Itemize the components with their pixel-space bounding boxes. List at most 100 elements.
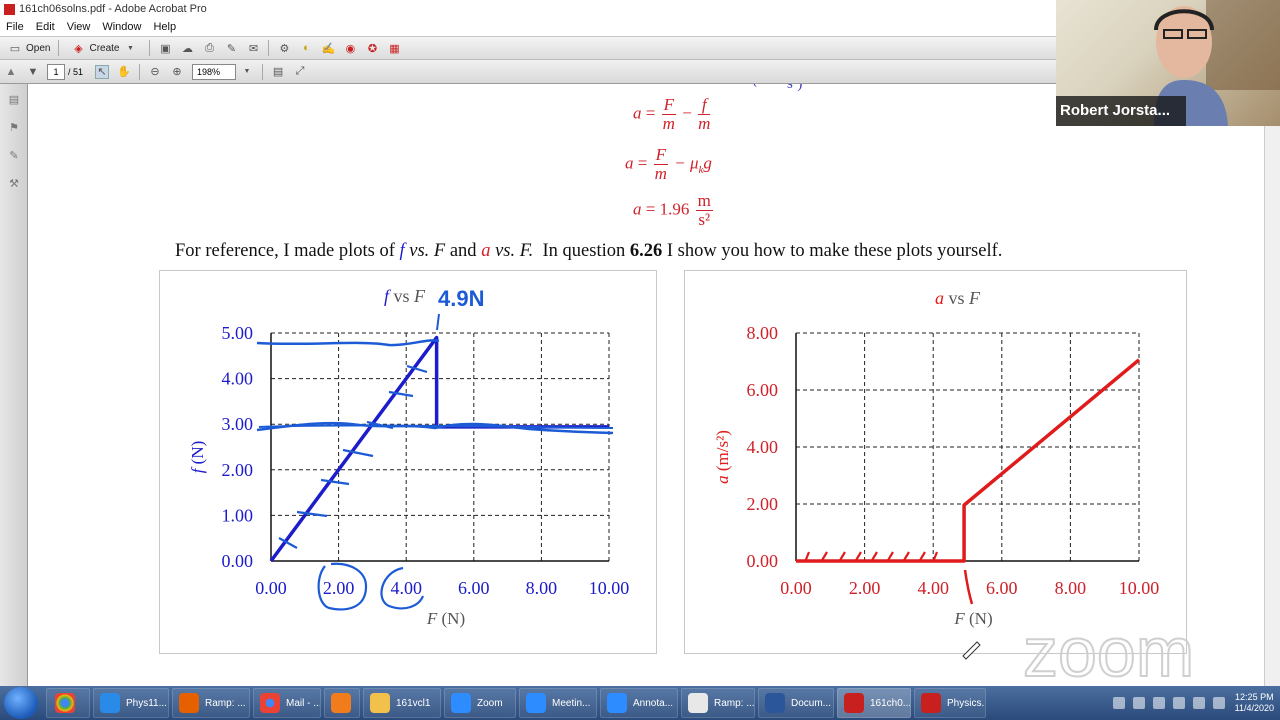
vertical-scrollbar[interactable] (1264, 84, 1280, 686)
taskbar-item-annotate[interactable]: Annota... (600, 688, 678, 718)
participant-name: Robert Jorsta... (1056, 96, 1186, 126)
menu-help[interactable]: Help (147, 21, 182, 33)
firefox-icon (179, 693, 199, 713)
taskbar-item-media[interactable] (324, 688, 360, 718)
previous-page-icon[interactable]: ▲ (4, 65, 18, 79)
comment-icon[interactable]: ◐ (299, 41, 313, 55)
taskbar-item-zoom[interactable]: Zoom (444, 688, 516, 718)
chevron-down-icon: ▼ (127, 44, 134, 52)
folder-icon: ▭ (9, 42, 21, 55)
save-icon[interactable]: ▣ (158, 41, 172, 55)
taskbar-item-folder[interactable]: 161vcl1 (363, 688, 441, 718)
title-bar: 161ch06solns.pdf - Adobe Acrobat Pro (0, 0, 1056, 18)
select-tool-icon[interactable]: ↖ (95, 64, 110, 79)
java-icon (688, 693, 708, 713)
bluetooth-icon[interactable] (1212, 697, 1225, 709)
webcam-video-tile: Robert Jorsta... (1056, 0, 1280, 126)
taskbar-item-ie[interactable]: Phys11... (93, 688, 169, 718)
network-icon[interactable] (1172, 697, 1185, 709)
zoom-out-icon[interactable]: ⊖ (148, 65, 162, 79)
toolbar-divider (149, 40, 151, 56)
taskbar-item-meeting[interactable]: Meetin... (519, 688, 597, 718)
fit-width-icon[interactable]: ⤢ (293, 65, 307, 79)
menu-window[interactable]: Window (96, 21, 147, 33)
tray-icon[interactable] (1152, 697, 1165, 709)
taskbar-item-word[interactable]: Docum... (758, 688, 834, 718)
zoom-icon (607, 693, 627, 713)
taskbar-item-ramp[interactable]: Ramp: ... (681, 688, 755, 718)
pdf-file-icon (4, 3, 15, 15)
taskbar-label: Ramp: ... (205, 697, 246, 709)
handwritten-circle-2 (317, 562, 368, 611)
open-button[interactable]: ▭ Open (0, 39, 54, 57)
toolbar-divider (139, 63, 141, 80)
handwritten-mark-red (963, 569, 974, 605)
handwritten-circle-4 (380, 566, 425, 610)
create-pdf-icon: ◈ (74, 42, 83, 55)
taskbar-item-pdf1[interactable]: 161ch0... (837, 688, 911, 718)
handwritten-mark (436, 313, 440, 331)
clock-time: 12:25 PM (1235, 692, 1274, 702)
secure-icon[interactable]: ✪ (365, 41, 379, 55)
taskbar-item-firefox[interactable]: Ramp: ... (172, 688, 250, 718)
chevron-down-icon[interactable]: ▼ (240, 65, 254, 79)
toolbar-divider (268, 40, 270, 56)
zoom-icon (451, 693, 471, 713)
chrome-icon (55, 693, 75, 713)
email-icon[interactable]: ✉ (246, 41, 260, 55)
pdf-icon (921, 693, 941, 713)
internet-explorer-icon (100, 693, 120, 713)
create-button[interactable]: ◈ Create ▼ (63, 39, 145, 57)
edit-icon[interactable]: ✎ (224, 41, 238, 55)
signatures-icon[interactable]: ✎ (7, 148, 21, 162)
forms-icon[interactable]: ▦ (387, 41, 401, 55)
hand-tool-icon[interactable]: ✋ (117, 65, 131, 79)
fit-page-icon[interactable]: ▤ (271, 65, 285, 79)
windows-taskbar: Phys11... Ramp: ... Mail - ... 161vcl1 Z… (0, 686, 1280, 720)
taskbar-label: Meetin... (552, 697, 591, 709)
menu-edit[interactable]: Edit (30, 21, 61, 33)
tools-icon[interactable]: ⚒ (7, 176, 21, 190)
volume-icon[interactable] (1192, 697, 1205, 709)
bookmarks-icon[interactable]: ⚑ (7, 120, 21, 134)
handwritten-ticks-red (803, 551, 939, 563)
taskbar-label: 161vcl1 (396, 697, 431, 709)
handwritten-ticks (278, 364, 428, 549)
pdf-icon (844, 693, 864, 713)
taskbar-label: Annota... (633, 697, 674, 709)
page-number-input[interactable]: 1 (47, 63, 65, 80)
toolbar-divider (58, 40, 60, 56)
print-icon[interactable]: ⎙ (202, 41, 216, 55)
acrobat-window: 161ch06solns.pdf - Adobe Acrobat Pro Fil… (0, 0, 1280, 720)
create-button-label: Create (89, 42, 120, 54)
zoom-level-select[interactable]: 198% (192, 63, 237, 80)
next-page-icon[interactable]: ▼ (26, 65, 40, 79)
tray-icon[interactable] (1132, 697, 1145, 709)
taskbar-label: Ramp: ... (714, 697, 755, 709)
taskbar-item-chrome-app[interactable] (46, 688, 90, 718)
taskbar-label: Docum... (791, 697, 832, 709)
settings-icon[interactable]: ⚙ (277, 41, 291, 55)
taskbar-label: Physics... (947, 697, 986, 709)
taskbar-item-mail[interactable]: Mail - ... (253, 688, 321, 718)
taskbar-label: Zoom (477, 697, 503, 709)
cloud-upload-icon[interactable]: ☁ (180, 41, 194, 55)
menu-file[interactable]: File (0, 21, 30, 33)
taskbar-label: 161ch0... (870, 697, 911, 709)
start-button[interactable] (4, 687, 38, 719)
pages-icon[interactable]: ▤ (7, 92, 21, 106)
handwritten-line-top (256, 339, 440, 347)
tray-icon[interactable] (1112, 697, 1125, 709)
document-page: ( s²) a = Fm − fm a = Fm − μkg a = 1.96 … (29, 84, 1264, 686)
taskbar-item-pdf2[interactable]: Physics... (914, 688, 986, 718)
menu-bar: File Edit View Window Help (0, 18, 1056, 36)
sign-icon[interactable]: ◉ (343, 41, 357, 55)
zoom-in-icon[interactable]: ⊕ (170, 65, 184, 79)
menu-view[interactable]: View (61, 21, 97, 33)
clock-date: 11/4/2020 (1234, 703, 1274, 713)
pencil-cursor-icon (962, 641, 981, 660)
review-icon[interactable]: ✍ (321, 41, 336, 55)
zoom-watermark: zoom (1023, 613, 1194, 686)
system-clock[interactable]: 12:25 PM 11/4/2020 (1235, 692, 1274, 714)
navigation-pane: ▤ ⚑ ✎ ⚒ (0, 84, 28, 686)
